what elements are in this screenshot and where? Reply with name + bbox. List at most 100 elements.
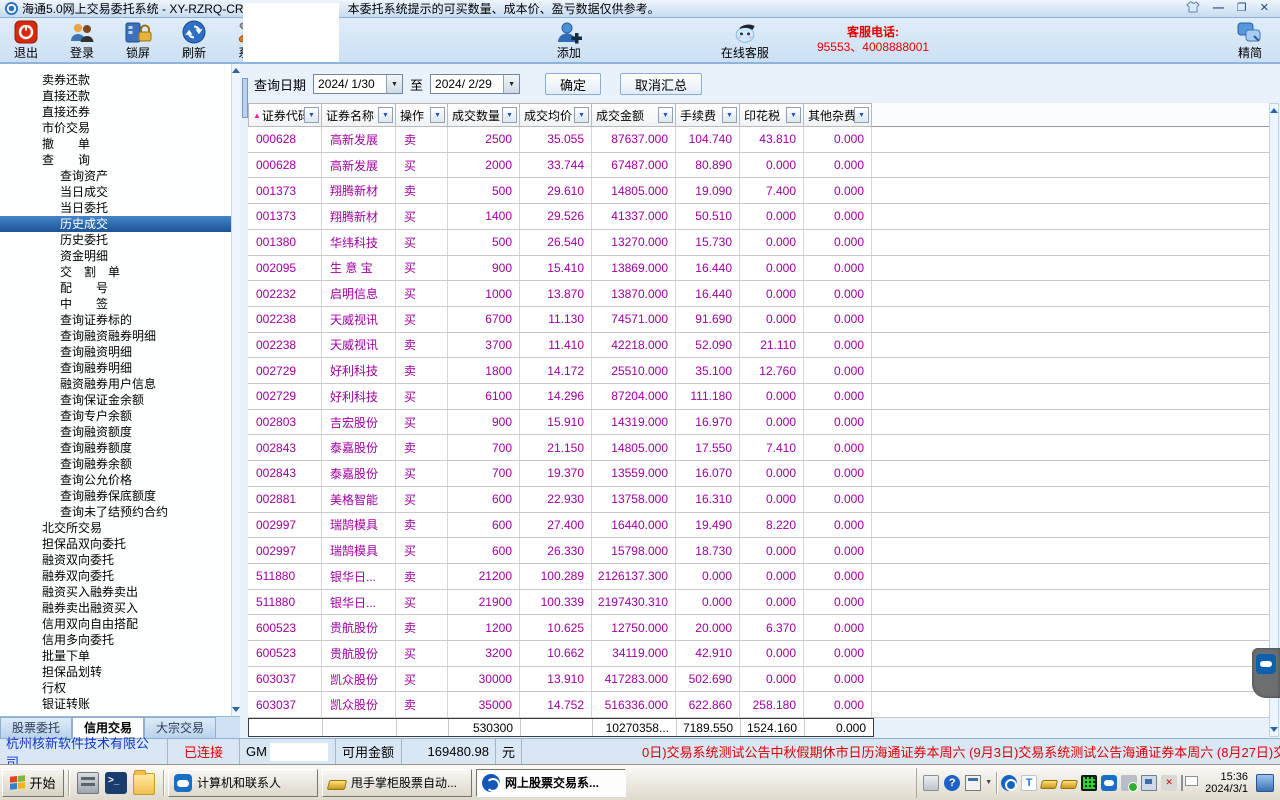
column-filter-icon[interactable]: ▼ xyxy=(722,107,737,123)
table-row[interactable]: 511880银华日...买21900100.3392197430.3100.00… xyxy=(248,590,1270,616)
column-header[interactable]: 成交金额▼ xyxy=(592,103,676,127)
table-row[interactable]: 002729好利科技买610014.29687204.000111.1800.0… xyxy=(248,384,1270,410)
table-row[interactable]: 002238天威视讯买670011.13074571.00091.6900.00… xyxy=(248,307,1270,333)
exit-button[interactable]: 退出 xyxy=(4,18,48,62)
keyboard-icon[interactable] xyxy=(923,775,939,791)
sidebar-item[interactable]: 担保品双向委托 xyxy=(0,536,231,552)
column-header[interactable]: 印花税▼ xyxy=(740,103,804,127)
table-row[interactable]: 001373翔腾新材卖50029.61014805.00019.0907.400… xyxy=(248,178,1270,204)
column-filter-icon[interactable]: ▼ xyxy=(430,107,445,123)
table-row[interactable]: 001380华纬科技买50026.54013270.00015.7300.000… xyxy=(248,230,1270,256)
table-row[interactable]: 000628高新发展卖250035.05587637.000104.74043.… xyxy=(248,127,1270,153)
sidebar-item[interactable]: 撤 单 xyxy=(0,136,231,152)
scroll-up-icon[interactable] xyxy=(1270,108,1278,113)
date-to-input[interactable]: 2024/ 2/29 ▼ xyxy=(430,74,520,94)
table-row[interactable]: 002997瑞鹄模具卖60027.40016440.00019.4908.220… xyxy=(248,513,1270,539)
close-button[interactable]: ✕ xyxy=(1260,3,1269,14)
column-header[interactable]: 证券名称▼ xyxy=(322,103,396,127)
column-header[interactable]: 手续费▼ xyxy=(676,103,740,127)
sidebar-scrollbar[interactable] xyxy=(231,64,240,716)
skin-icon[interactable] xyxy=(1186,1,1200,16)
start-button[interactable]: 开始 xyxy=(2,769,64,797)
table-row[interactable]: 002997瑞鹄模具买60026.33015798.00018.7300.000… xyxy=(248,538,1270,564)
task-button[interactable]: 甩手掌柜股票自动... xyxy=(322,769,472,797)
sidebar-item[interactable]: 查询融券保底额度 xyxy=(0,488,231,504)
login-button[interactable]: 登录 xyxy=(60,18,104,62)
sidebar-item[interactable]: 融资买入融券卖出 xyxy=(0,584,231,600)
sidebar-item[interactable]: 查询融券明细 xyxy=(0,360,231,376)
sidebar-item[interactable]: 市价交易 xyxy=(0,120,231,136)
scroll-down-icon[interactable] xyxy=(232,707,240,712)
restore-button[interactable]: ❐ xyxy=(1237,3,1247,14)
network-icon[interactable] xyxy=(1141,775,1157,791)
sidebar-item[interactable]: 查 询 xyxy=(0,152,231,168)
scroll-up-icon[interactable] xyxy=(232,68,240,73)
sidebar-item[interactable]: 查询融资融券明细 xyxy=(0,328,231,344)
simplify-button[interactable]: 精简 xyxy=(1228,18,1272,62)
sidebar-item[interactable]: 融券双向委托 xyxy=(0,568,231,584)
sidebar-item[interactable]: 查询资产 xyxy=(0,168,231,184)
sidebar-item[interactable]: 历史委托 xyxy=(0,232,231,248)
green-grid-icon[interactable] xyxy=(1081,775,1097,791)
sidebar-item[interactable]: 查询融券额度 xyxy=(0,440,231,456)
date-to-dropdown-icon[interactable]: ▼ xyxy=(503,75,519,93)
sidebar-item[interactable]: 批量下单 xyxy=(0,648,231,664)
folder-icon[interactable] xyxy=(133,773,155,795)
confirm-button[interactable]: 确定 xyxy=(545,73,601,95)
column-filter-icon[interactable]: ▼ xyxy=(502,107,517,123)
column-header[interactable]: 成交均价▼ xyxy=(520,103,592,127)
flag-icon[interactable] xyxy=(1181,775,1197,791)
add-button[interactable]: 添加 xyxy=(547,18,591,62)
cancel-summary-button[interactable]: 取消汇总 xyxy=(620,73,702,95)
column-filter-icon[interactable]: ▼ xyxy=(854,107,869,123)
sidebar-item[interactable]: 查询融资明细 xyxy=(0,344,231,360)
show-desktop-button[interactable] xyxy=(1256,774,1274,792)
table-row[interactable]: 603037凯众股份卖3500014.752516336.000622.8602… xyxy=(248,692,1270,718)
t-app-icon[interactable] xyxy=(1021,775,1037,791)
date-from-dropdown-icon[interactable]: ▼ xyxy=(386,75,402,93)
tray-expand-icon[interactable]: ▼ xyxy=(985,779,992,786)
sidebar-item[interactable]: 查询未了结预约合约 xyxy=(0,504,231,520)
window-restore-icon[interactable] xyxy=(965,775,981,791)
sidebar-item[interactable]: 信用双向自由搭配 xyxy=(0,616,231,632)
sidebar-item[interactable]: 直接还券 xyxy=(0,104,231,120)
online-service-button[interactable]: 在线客服 xyxy=(721,18,769,62)
sidebar-item[interactable]: 直接还款 xyxy=(0,88,231,104)
sidebar-item[interactable]: 银证转账 xyxy=(0,696,231,712)
table-row[interactable]: 600523贵航股份卖120010.62512750.00020.0006.37… xyxy=(248,615,1270,641)
table-row[interactable]: 002881美格智能买60022.93013758.00016.3100.000… xyxy=(248,487,1270,513)
sidebar-item[interactable]: 信用多向委托 xyxy=(0,632,231,648)
table-row[interactable]: 001373翔腾新材买140029.52641337.00050.5100.00… xyxy=(248,204,1270,230)
scroll-down-icon[interactable] xyxy=(1270,727,1278,732)
sidebar-item[interactable]: 查询融资额度 xyxy=(0,424,231,440)
sidebar-item[interactable]: 卖券还款 xyxy=(0,72,231,88)
sidebar-item[interactable]: 融资融券用户信息 xyxy=(0,376,231,392)
column-header[interactable]: ▲证券代码▼ xyxy=(248,103,322,127)
powershell-icon[interactable] xyxy=(105,772,127,794)
help-icon[interactable] xyxy=(944,775,960,791)
column-header[interactable]: 操作▼ xyxy=(396,103,448,127)
table-row[interactable]: 600523贵航股份买320010.66234119.00042.9100.00… xyxy=(248,641,1270,667)
sidebar-item[interactable]: 北交所交易 xyxy=(0,520,231,536)
task-button[interactable]: 计算机和联系人 xyxy=(168,769,318,797)
table-row[interactable]: 002843泰嘉股份卖70021.15014805.00017.5507.410… xyxy=(248,435,1270,461)
speaker-muted-icon[interactable] xyxy=(1161,775,1177,791)
sidebar-item[interactable]: 查询融券余额 xyxy=(0,456,231,472)
column-filter-icon[interactable]: ▼ xyxy=(304,107,319,123)
haitong-icon[interactable] xyxy=(1001,775,1017,791)
sidebar-item[interactable]: 行权 xyxy=(0,680,231,696)
table-row[interactable]: 002729好利科技卖180014.17225510.00035.10012.7… xyxy=(248,358,1270,384)
table-scrollbar[interactable] xyxy=(1269,103,1279,737)
taskbar-clock[interactable]: 15:36 2024/3/1 xyxy=(1201,771,1252,795)
sidebar-item[interactable]: 担保品划转 xyxy=(0,664,231,680)
task-button[interactable]: 网上股票交易系... xyxy=(476,769,626,797)
sidebar-item[interactable]: 当日委托 xyxy=(0,200,231,216)
usb-icon[interactable] xyxy=(1121,775,1137,791)
teamviewer-icon[interactable] xyxy=(1101,775,1117,791)
sidebar-item[interactable]: 融券卖出融资买入 xyxy=(0,600,231,616)
sidebar-item[interactable]: 查询公允价格 xyxy=(0,472,231,488)
goldbar-icon[interactable] xyxy=(1040,780,1058,789)
table-row[interactable]: 000628高新发展买200033.74467487.00080.8900.00… xyxy=(248,153,1270,179)
sidebar-item[interactable]: 查询专户余额 xyxy=(0,408,231,424)
column-header[interactable]: 成交数量▼ xyxy=(448,103,520,127)
